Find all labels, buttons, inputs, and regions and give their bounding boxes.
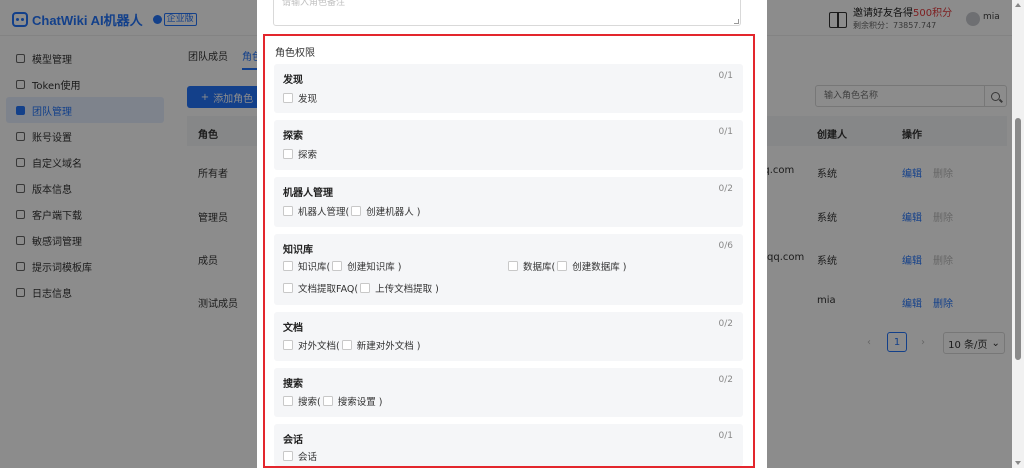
checkbox[interactable] bbox=[332, 261, 343, 271]
group-count: 0/2 bbox=[718, 375, 733, 385]
group-name: 机器人管理 bbox=[283, 188, 333, 199]
permission-option-row: 机器人管理( 创建机器人 ) bbox=[283, 204, 420, 218]
group-name: 探索 bbox=[283, 131, 303, 142]
checkbox[interactable] bbox=[508, 261, 518, 271]
permission-option-row: 文档提取FAQ( 上传文档提取 ) bbox=[283, 281, 439, 295]
role-edit-modal: 角色权限 发现 0/1 发现 探索 0/1 探索 机器人管理 0/2 机器人管理… bbox=[257, 0, 767, 468]
group-name: 搜索 bbox=[283, 379, 303, 390]
permission-group-chat: 会话 0/1 会话 bbox=[274, 424, 743, 466]
group-name: 知识库 bbox=[283, 245, 313, 256]
scrollbar-thumb[interactable] bbox=[1015, 118, 1021, 360]
permission-group-docs: 文档 0/2 对外文档( 新建对外文档 ) bbox=[274, 312, 743, 361]
group-count: 0/1 bbox=[718, 71, 733, 81]
permissions-title: 角色权限 bbox=[275, 48, 315, 59]
permission-checkbox[interactable]: 会话 bbox=[283, 449, 317, 463]
group-name: 文档 bbox=[283, 323, 303, 334]
permission-option-row: 数据库( 创建数据库 ) bbox=[508, 259, 626, 273]
checkbox[interactable] bbox=[283, 206, 293, 216]
permission-checkbox[interactable]: 发现 bbox=[283, 91, 317, 105]
permission-option-row: 知识库( 创建知识库 ) bbox=[283, 259, 401, 273]
scroll-down-icon[interactable] bbox=[1015, 461, 1021, 465]
permission-group-explore: 探索 0/1 探索 bbox=[274, 120, 743, 170]
permission-group-discover: 发现 0/1 发现 bbox=[274, 64, 743, 113]
permission-option-row: 搜索( 搜索设置 ) bbox=[283, 394, 382, 408]
permission-checkbox[interactable]: 探索 bbox=[283, 147, 317, 161]
permission-group-knowledge: 知识库 0/6 知识库( 创建知识库 ) 数据库( 创建数据库 ) 文档提取FA… bbox=[274, 234, 743, 305]
checkbox[interactable] bbox=[283, 340, 293, 350]
group-count: 0/6 bbox=[718, 241, 733, 251]
checkbox[interactable] bbox=[283, 261, 293, 271]
group-count: 0/2 bbox=[718, 184, 733, 194]
group-name: 会话 bbox=[283, 435, 303, 446]
checkbox[interactable] bbox=[341, 340, 352, 350]
checkbox[interactable] bbox=[283, 149, 293, 159]
group-count: 0/2 bbox=[718, 319, 733, 329]
permission-option-row: 对外文档( 新建对外文档 ) bbox=[283, 338, 420, 352]
textarea-resize-handle[interactable] bbox=[734, 19, 739, 24]
checkbox[interactable] bbox=[360, 283, 371, 293]
page-scrollbar[interactable] bbox=[1012, 0, 1024, 468]
permission-group-search: 搜索 0/2 搜索( 搜索设置 ) bbox=[274, 368, 743, 417]
checkbox[interactable] bbox=[283, 283, 293, 293]
checkbox[interactable] bbox=[283, 396, 293, 406]
checkbox[interactable] bbox=[283, 93, 293, 103]
role-permissions-panel: 角色权限 发现 0/1 发现 探索 0/1 探索 机器人管理 0/2 机器人管理… bbox=[263, 34, 755, 468]
group-name: 发现 bbox=[283, 75, 303, 86]
checkbox[interactable] bbox=[322, 396, 333, 406]
checkbox[interactable] bbox=[351, 206, 362, 216]
checkbox[interactable] bbox=[557, 261, 568, 271]
checkbox[interactable] bbox=[283, 451, 293, 461]
role-remark-textarea[interactable] bbox=[273, 0, 741, 26]
permission-group-robot: 机器人管理 0/2 机器人管理( 创建机器人 ) bbox=[274, 177, 743, 227]
group-count: 0/1 bbox=[718, 431, 733, 441]
group-count: 0/1 bbox=[718, 127, 733, 137]
scroll-up-icon[interactable] bbox=[1015, 3, 1021, 7]
